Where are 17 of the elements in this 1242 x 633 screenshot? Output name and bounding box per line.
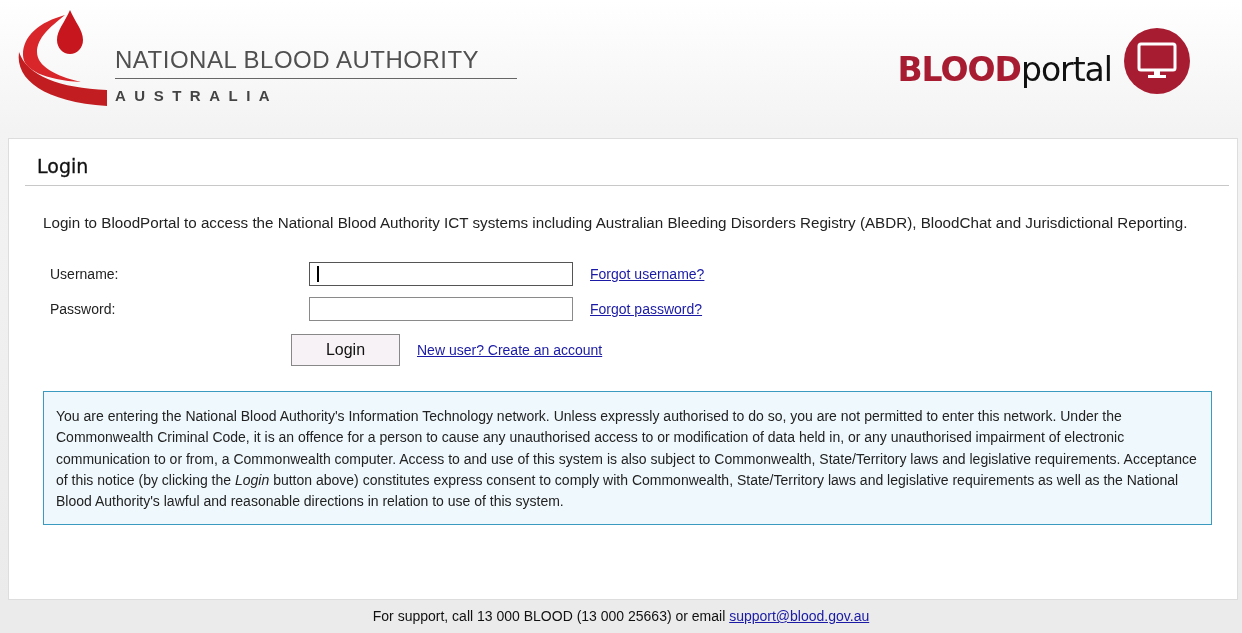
intro-text: Login to BloodPortal to access the National Blood Authority ICT systems including Australian Bleeding Disorders Registry (ABDR), BloodChat and Jurisdictional Reporting. — [43, 213, 1188, 233]
input-field[interactable] — [309, 297, 573, 321]
organisation-country: AUSTRALIA — [115, 87, 279, 104]
forgot-link[interactable]: Forgot username? — [590, 266, 1209, 282]
monitor-icon — [1124, 28, 1190, 94]
login-title: Login — [25, 155, 1229, 186]
email-link[interactable]: support@blood.gov.au — [729, 608, 870, 624]
field-label: Password: — [50, 301, 117, 317]
support-text: For support, call 13 000 BLOOD (13 000 25663) or email support@blood.gov.au — [371, 608, 871, 624]
register-link[interactable]: New user? Create an account — [417, 342, 603, 358]
organisation-name: NATIONAL BLOOD AUTHORITY — [115, 46, 517, 79]
field-label: Username: — [50, 266, 120, 282]
legal-notice: You are entering the National Blood Authority's Information Technology network. Unless expressly authorised to do so, you are not permitted to enter this network. Under the Commonwealth Criminal Code, it is an offence for a person to cause any unauthorised access to or modification of data held in, or any unauthorised impairment of electronic communication to or from, a Commonwealth computer. Access to and use of this system is also subject to Commonwealth, State/Territory laws and legislative requirements. Acceptance of this notice (by clicking the Login button above) constitutes express consent to comply with Commonwealth, State/Territory laws and legislative requirements as well as the National Blood Authority's lawful and reasonable directions in relation to use of this system. — [43, 391, 1212, 526]
portal-logo-text: BLOODportal — [897, 49, 1112, 89]
login-button[interactable]: Login — [291, 334, 400, 366]
forgot-link[interactable]: Forgot password? — [590, 301, 1209, 317]
input-field[interactable] — [309, 262, 573, 286]
